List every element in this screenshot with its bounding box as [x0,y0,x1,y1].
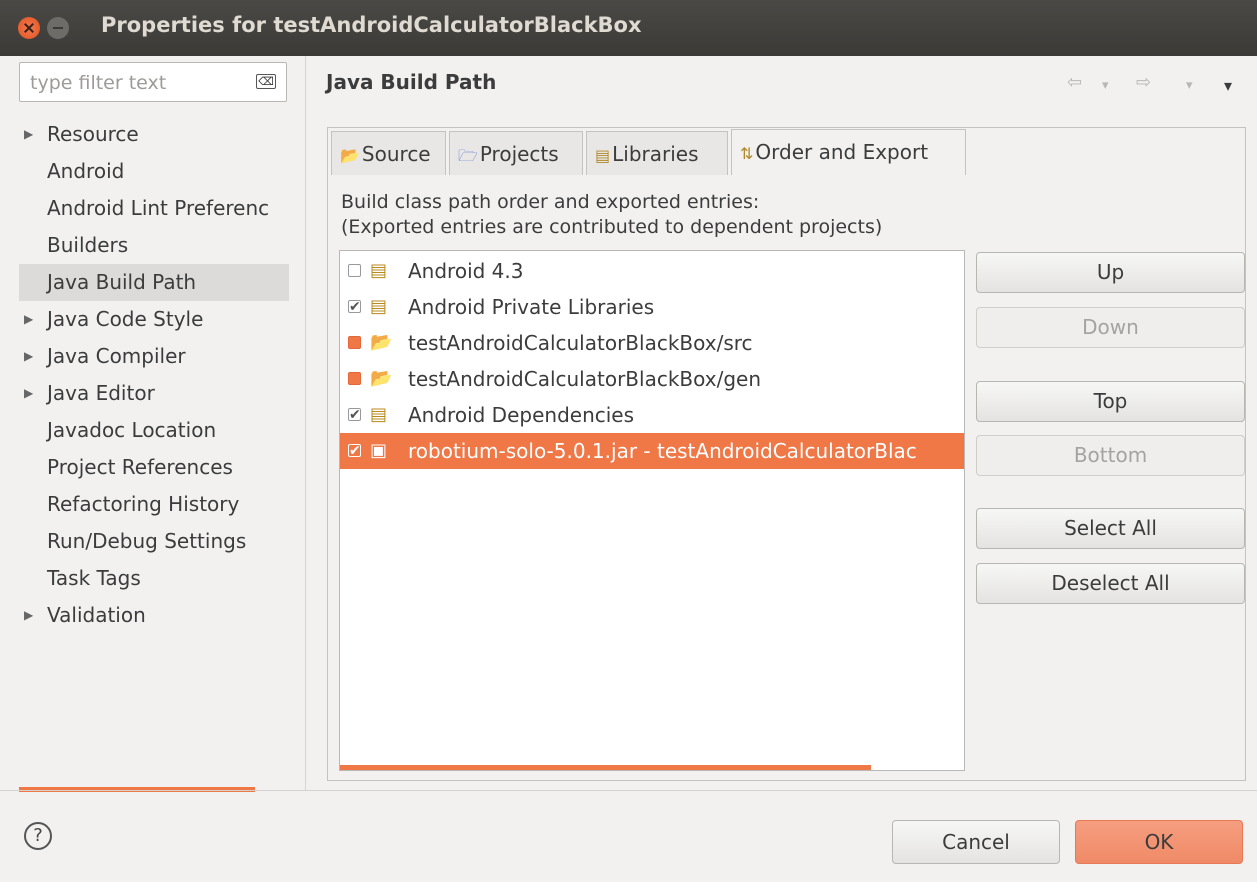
list-item[interactable]: ▤ Android Dependencies [340,397,964,433]
horizontal-scrollbar[interactable] [340,765,871,770]
order-export-icon: ⇅ [740,144,754,163]
tab-source[interactable]: 📂 Source [331,131,446,175]
tree-item-task-tags[interactable]: Task Tags [0,560,305,597]
tree-item-android-lint[interactable]: Android Lint Preferenc [0,190,305,227]
expand-triangle-icon[interactable]: ▶ [24,375,33,412]
export-checkbox[interactable] [348,264,361,277]
tree-item-java-editor[interactable]: ▶ Java Editor [0,375,305,412]
up-button[interactable]: Up [976,252,1245,293]
preference-tree: ▶ Resource Android Android Lint Preferenc… [0,116,305,634]
clear-filter-icon[interactable]: ⌫ [256,74,276,89]
title-bar: Properties for testAndroidCalculatorBlac… [0,0,1257,56]
expand-triangle-icon[interactable]: ▶ [24,338,33,375]
list-item[interactable]: ▤ Android 4.3 [340,253,964,289]
tree-item-project-references[interactable]: Project References [0,449,305,486]
down-button[interactable]: Down [976,307,1245,348]
close-window-icon[interactable] [18,17,40,39]
project-folder-icon: 🗁 [458,146,478,165]
tab-libraries[interactable]: ▤ Libraries [586,131,728,175]
filter-input[interactable] [28,69,242,97]
expand-triangle-icon[interactable]: ▶ [24,116,33,153]
cancel-button[interactable]: Cancel [892,820,1060,864]
export-checkbox[interactable] [348,289,361,325]
library-icon: ▤ [370,404,388,425]
tree-item-validation[interactable]: ▶ Validation [0,597,305,634]
tree-item-javadoc-location[interactable]: Javadoc Location [0,412,305,449]
list-item[interactable]: ▤ Android Private Libraries [340,289,964,325]
expand-triangle-icon[interactable]: ▶ [24,597,33,634]
source-folder-icon: 📂 [370,368,393,389]
page-title: Java Build Path [326,70,497,94]
expand-triangle-icon[interactable]: ▶ [24,301,33,338]
library-icon: ▤ [595,146,611,165]
export-checkbox[interactable] [348,433,361,469]
tree-item-resource[interactable]: ▶ Resource [0,116,305,153]
library-icon: ▤ [370,296,388,317]
view-menu-icon[interactable]: ▾ [1224,76,1232,95]
back-arrow-icon[interactable]: ⇦ [1067,72,1082,93]
export-checkbox[interactable] [348,372,361,385]
list-item[interactable]: 📂 testAndroidCalculatorBlackBox/gen [340,361,964,397]
tab-order-and-export[interactable]: ⇅ Order and Export [731,129,966,175]
classpath-entries-list[interactable]: ▤ Android 4.3 ▤ Android Private Librarie… [339,250,965,771]
window-title: Properties for testAndroidCalculatorBlac… [101,13,642,37]
tree-item-java-code-style[interactable]: ▶ Java Code Style [0,301,305,338]
forward-arrow-icon[interactable]: ⇨ [1136,72,1151,93]
select-all-button[interactable]: Select All [976,508,1245,549]
source-folder-icon: 📂 [340,146,360,165]
list-item[interactable]: 📂 testAndroidCalculatorBlackBox/src [340,325,964,361]
minimize-window-icon[interactable] [47,17,69,39]
tree-item-android[interactable]: Android [0,153,305,190]
top-button[interactable]: Top [976,381,1245,422]
tab-projects[interactable]: 🗁 Projects [449,131,583,175]
order-export-description: Build class path order and exported entr… [341,191,883,238]
forward-menu-icon[interactable]: ▾ [1186,78,1193,93]
deselect-all-button[interactable]: Deselect All [976,563,1245,604]
export-checkbox[interactable] [348,336,361,349]
tree-item-java-compiler[interactable]: ▶ Java Compiler [0,338,305,375]
bottom-button[interactable]: Bottom [976,435,1245,476]
library-icon: ▤ [370,260,388,281]
ok-button[interactable]: OK [1075,820,1243,864]
jar-icon: ▣ [370,440,388,461]
back-menu-icon[interactable]: ▾ [1102,78,1109,93]
filter-field[interactable]: ⌫ [19,62,287,102]
tree-item-run-debug-settings[interactable]: Run/Debug Settings [0,523,305,560]
source-folder-icon: 📂 [370,332,393,353]
export-checkbox[interactable] [348,397,361,433]
tree-item-java-build-path[interactable]: Java Build Path [19,264,289,301]
tree-item-refactoring-history[interactable]: Refactoring History [0,486,305,523]
tree-item-builders[interactable]: Builders [0,227,305,264]
footer-divider [0,790,1257,791]
help-icon[interactable]: ? [24,822,52,850]
list-item[interactable]: ▣ robotium-solo-5.0.1.jar - testAndroidC… [340,433,964,469]
